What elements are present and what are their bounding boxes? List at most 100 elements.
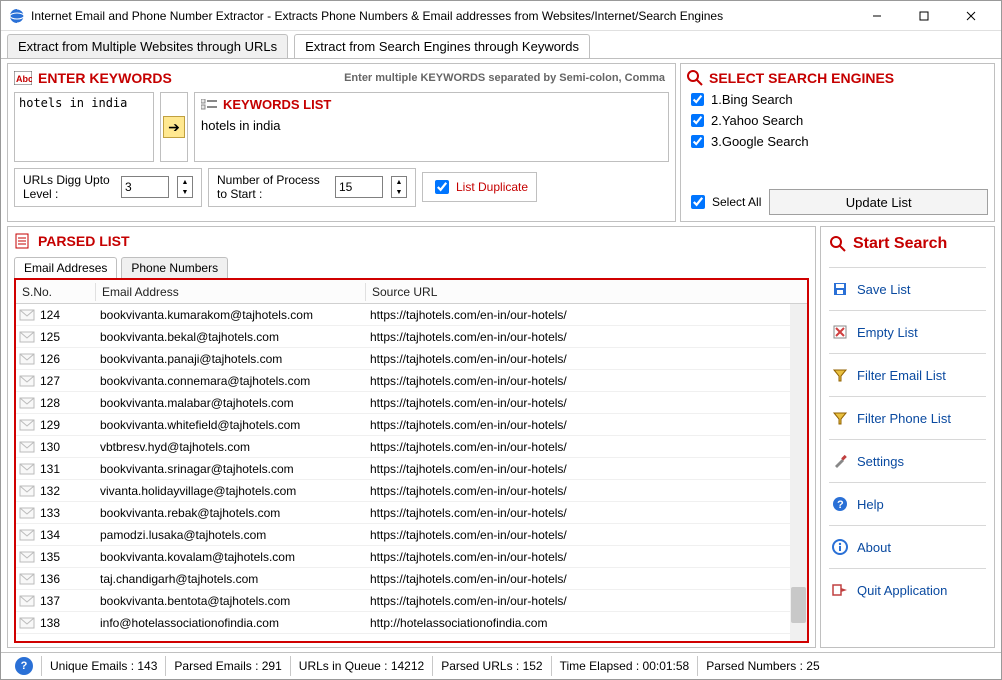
cell-sno: 136 <box>38 572 98 586</box>
abc-icon: Abc <box>14 71 32 85</box>
minimize-button[interactable] <box>854 2 899 30</box>
table-row[interactable]: 129bookvivanta.whitefield@tajhotels.comh… <box>16 414 807 436</box>
cell-email: bookvivanta.panaji@tajhotels.com <box>98 352 368 366</box>
help-button[interactable]: ? Help <box>829 491 986 517</box>
settings-button[interactable]: Settings <box>829 448 986 474</box>
keywords-input[interactable]: hotels in india <box>14 92 154 162</box>
table-row[interactable]: 128bookvivanta.malabar@tajhotels.comhttp… <box>16 392 807 414</box>
cell-source-url: https://tajhotels.com/en-in/our-hotels/ <box>368 396 807 410</box>
col-sno[interactable]: S.No. <box>16 283 96 301</box>
search-engine-item[interactable]: 1.Bing Search <box>687 90 988 109</box>
select-all-input[interactable] <box>691 195 705 209</box>
table-row[interactable]: 134pamodzi.lusaka@tajhotels.comhttps://t… <box>16 524 807 546</box>
col-email[interactable]: Email Address <box>96 283 366 301</box>
search-engine-item[interactable]: 3.Google Search <box>687 132 988 151</box>
app-icon <box>9 8 25 24</box>
save-list-button[interactable]: Save List <box>829 276 986 302</box>
cell-sno: 137 <box>38 594 98 608</box>
scroll-thumb[interactable] <box>791 587 806 623</box>
status-parsed: Parsed Emails : 291 <box>165 656 289 676</box>
table-row[interactable]: 131bookvivanta.srinagar@tajhotels.comhtt… <box>16 458 807 480</box>
main-tabs: Extract from Multiple Websites through U… <box>1 31 1001 58</box>
filter-email-button[interactable]: Filter Email List <box>829 362 986 388</box>
update-list-button[interactable]: Update List <box>769 189 988 215</box>
select-all-checkbox[interactable]: Select All <box>687 192 761 212</box>
quit-button[interactable]: Quit Application <box>829 577 986 603</box>
digg-level-input[interactable] <box>121 176 169 198</box>
search-engine-checkbox[interactable] <box>691 93 704 106</box>
proc-spinner[interactable]: ▲▼ <box>391 176 407 198</box>
quit-label: Quit Application <box>857 583 947 598</box>
cell-email: bookvivanta.srinagar@tajhotels.com <box>98 462 368 476</box>
status-parsed-numbers: Parsed Numbers : 25 <box>697 656 827 676</box>
search-engine-checkbox[interactable] <box>691 114 704 127</box>
table-row[interactable]: 135bookvivanta.kovalam@tajhotels.comhttp… <box>16 546 807 568</box>
cell-email: vivanta.holidayvillage@tajhotels.com <box>98 484 368 498</box>
keywords-list-heading: KEYWORDS LIST <box>201 97 662 112</box>
cell-email: bookvivanta.bentota@tajhotels.com <box>98 594 368 608</box>
keywords-list-item[interactable]: hotels in india <box>201 116 662 135</box>
cell-email: taj.chandigarh@tajhotels.com <box>98 572 368 586</box>
table-row[interactable]: 127bookvivanta.connemara@tajhotels.comht… <box>16 370 807 392</box>
table-scrollbar[interactable] <box>790 304 807 641</box>
tab-extract-keywords[interactable]: Extract from Search Engines through Keyw… <box>294 34 590 58</box>
keywords-panel: Abc ENTER KEYWORDS Enter multiple KEYWOR… <box>7 63 676 222</box>
table-row[interactable]: 126bookvivanta.panaji@tajhotels.comhttps… <box>16 348 807 370</box>
search-engine-item[interactable]: 2.Yahoo Search <box>687 111 988 130</box>
tab-email-addresses[interactable]: Email Addreses <box>14 257 117 278</box>
cell-sno: 126 <box>38 352 98 366</box>
filter-phone-button[interactable]: Filter Phone List <box>829 405 986 431</box>
search-engine-checkbox[interactable] <box>691 135 704 148</box>
table-row[interactable]: 132vivanta.holidayvillage@tajhotels.comh… <box>16 480 807 502</box>
cell-source-url: https://tajhotels.com/en-in/our-hotels/ <box>368 572 807 586</box>
empty-icon <box>831 323 849 341</box>
envelope-icon <box>18 462 36 476</box>
keywords-list-title: KEYWORDS LIST <box>223 97 331 112</box>
search-engine-label: 1.Bing Search <box>711 92 793 107</box>
envelope-icon <box>18 308 36 322</box>
table-row[interactable]: 124bookvivanta.kumarakom@tajhotels.comht… <box>16 304 807 326</box>
empty-label: Empty List <box>857 325 918 340</box>
table-row[interactable]: 136taj.chandigarh@tajhotels.comhttps://t… <box>16 568 807 590</box>
add-keyword-button[interactable]: ➔ <box>163 116 185 138</box>
keywords-list-box: KEYWORDS LIST hotels in india <box>194 92 669 162</box>
close-button[interactable] <box>948 2 993 30</box>
maximize-button[interactable] <box>901 2 946 30</box>
tab-phone-numbers[interactable]: Phone Numbers <box>121 257 228 278</box>
cell-email: bookvivanta.kovalam@tajhotels.com <box>98 550 368 564</box>
start-search-label: Start Search <box>853 235 947 253</box>
envelope-icon <box>18 550 36 564</box>
search-engine-label: 2.Yahoo Search <box>711 113 803 128</box>
cell-sno: 134 <box>38 528 98 542</box>
cell-sno: 125 <box>38 330 98 344</box>
envelope-icon <box>18 396 36 410</box>
envelope-icon <box>18 572 36 586</box>
status-help-icon[interactable]: ? <box>7 656 41 676</box>
digg-level-box: URLs Digg Upto Level : ▲▼ <box>14 168 202 207</box>
parsed-heading: PARSED LIST <box>14 231 809 253</box>
filter-phone-icon <box>831 409 849 427</box>
digg-spinner[interactable]: ▲▼ <box>177 176 193 198</box>
table-row[interactable]: 133bookvivanta.rebak@tajhotels.comhttps:… <box>16 502 807 524</box>
save-label: Save List <box>857 282 910 297</box>
table-row[interactable]: 130vbtbresv.hyd@tajhotels.comhttps://taj… <box>16 436 807 458</box>
process-count-input[interactable] <box>335 176 383 198</box>
table-row[interactable]: 125bookvivanta.bekal@tajhotels.comhttps:… <box>16 326 807 348</box>
list-duplicate-input[interactable] <box>435 180 449 194</box>
empty-list-button[interactable]: Empty List <box>829 319 986 345</box>
statusbar: ? Unique Emails : 143 Parsed Emails : 29… <box>1 652 1001 678</box>
settings-label: Settings <box>857 454 904 469</box>
list-duplicate-checkbox[interactable]: List Duplicate <box>431 177 528 197</box>
envelope-icon <box>18 374 36 388</box>
tab-extract-urls[interactable]: Extract from Multiple Websites through U… <box>7 34 288 58</box>
col-source-url[interactable]: Source URL <box>366 283 807 301</box>
arrow-right-icon: ➔ <box>168 119 180 136</box>
cell-email: vbtbresv.hyd@tajhotels.com <box>98 440 368 454</box>
keywords-title: ENTER KEYWORDS <box>38 70 172 86</box>
table-row[interactable]: 137bookvivanta.bentota@tajhotels.comhttp… <box>16 590 807 612</box>
cell-source-url: https://tajhotels.com/en-in/our-hotels/ <box>368 308 807 322</box>
se-heading: SELECT SEARCH ENGINES <box>687 70 988 86</box>
list-duplicate-label: List Duplicate <box>456 180 528 194</box>
about-button[interactable]: About <box>829 534 986 560</box>
table-row[interactable]: 138info@hotelassociationofindia.comhttp:… <box>16 612 807 634</box>
